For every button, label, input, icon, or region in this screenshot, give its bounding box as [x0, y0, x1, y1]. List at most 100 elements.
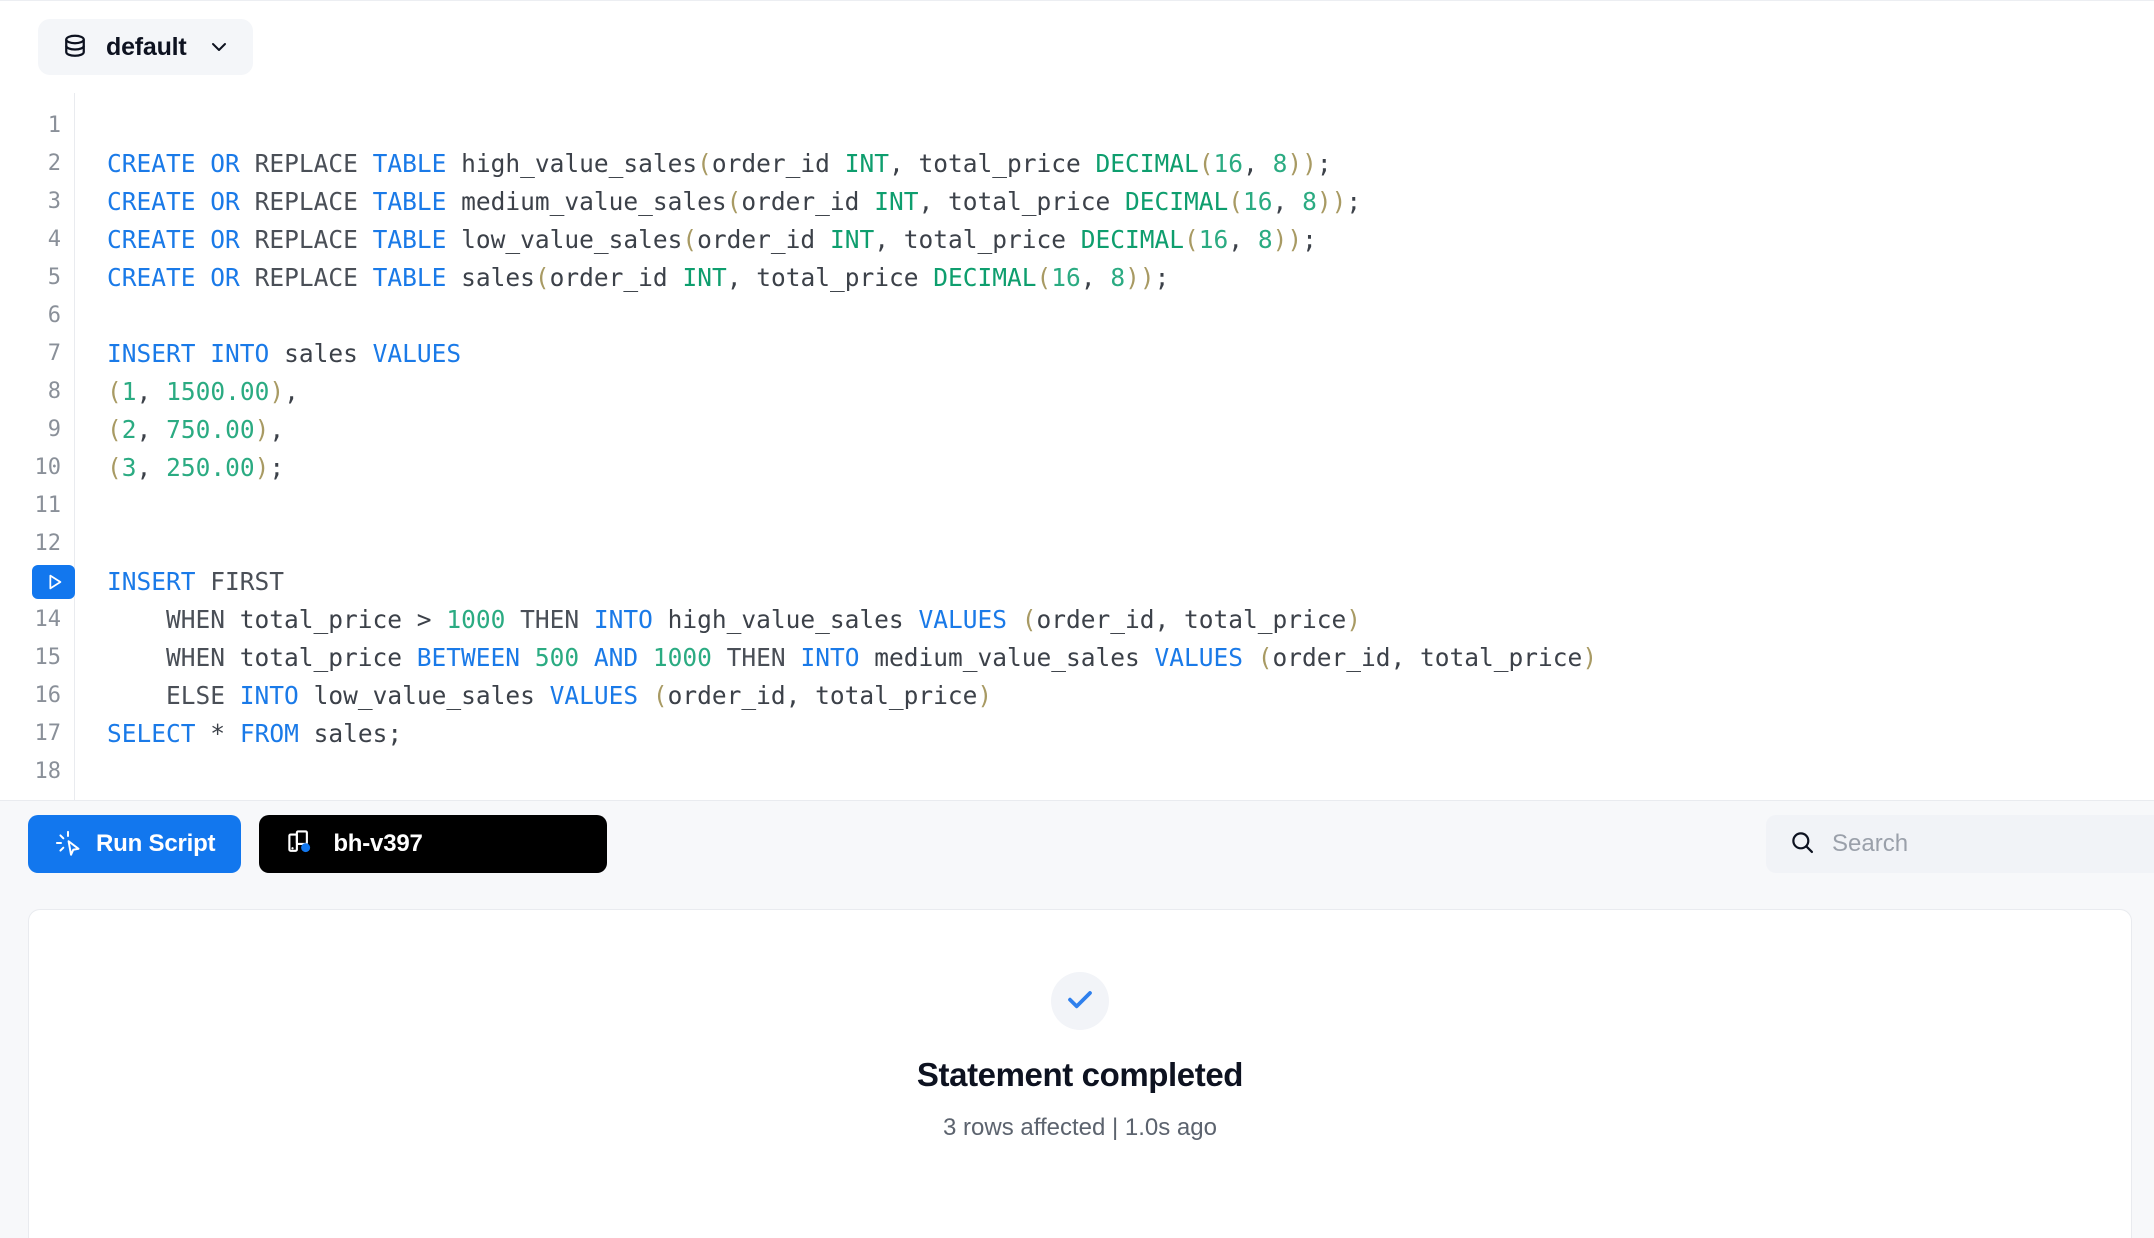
code-token: ,	[136, 415, 152, 444]
code-token: 1	[121, 377, 137, 406]
code-token: low_value_sales	[461, 225, 683, 254]
code-token: 3	[121, 453, 137, 482]
search-input[interactable]	[1832, 830, 2154, 858]
code-line: INSERT INTO sales VALUES	[107, 335, 2154, 373]
code-token: total_price	[933, 187, 1125, 216]
run-statement-button[interactable]	[32, 565, 75, 599]
search-box[interactable]	[1766, 815, 2154, 873]
code-token: ;	[1346, 187, 1362, 216]
code-token: INTO	[800, 643, 860, 672]
code-token: (	[726, 187, 742, 216]
code-token: )	[254, 453, 270, 482]
database-icon	[60, 32, 90, 62]
code-token: 16	[1213, 149, 1244, 178]
code-token: 8	[1110, 263, 1126, 292]
line-number: 12	[34, 531, 62, 556]
code-token: 250.00	[166, 453, 255, 482]
code-token: ,	[269, 415, 285, 444]
code-line: CREATE OR REPLACE TABLE medium_value_sal…	[107, 183, 2154, 221]
code-token: order_id	[711, 149, 830, 178]
code-token: ))	[1272, 225, 1303, 254]
code-token: 1500.00	[166, 377, 270, 406]
editor-gutter: 123456789101112131415161718	[0, 93, 75, 800]
code-token: WHEN	[107, 605, 226, 634]
line-number: 14	[34, 607, 62, 632]
code-token: REPLACE	[254, 225, 358, 254]
database-selector[interactable]: default	[38, 19, 253, 75]
code-token: 8	[1257, 225, 1273, 254]
line-number: 18	[34, 759, 62, 784]
code-token: VALUES	[1154, 643, 1244, 672]
code-token: 16	[1051, 263, 1081, 292]
code-token: *	[210, 719, 226, 748]
code-token: BETWEEN	[416, 643, 521, 672]
code-token: THEN	[726, 643, 786, 672]
line-number: 15	[34, 645, 62, 670]
code-line: (2, 750.00),	[107, 411, 2154, 449]
code-token: TABLE	[372, 225, 447, 254]
code-token: INTO	[239, 681, 299, 710]
code-token: FROM	[239, 719, 299, 748]
code-token: VALUES	[372, 339, 462, 368]
code-token: ,	[1243, 149, 1258, 178]
code-token: 8	[1302, 187, 1317, 216]
line-number: 17	[34, 721, 62, 746]
warehouse-selector[interactable]: bh-v397	[259, 815, 608, 873]
run-script-label: Run Script	[96, 830, 216, 857]
code-line: (1, 1500.00),	[107, 373, 2154, 411]
code-token: 16	[1198, 225, 1229, 254]
code-token: ,	[1272, 187, 1288, 216]
context-bar: default	[0, 1, 2154, 93]
code-line: INSERT FIRST	[107, 563, 2154, 601]
code-token: >	[416, 605, 432, 634]
code-token: 2	[121, 415, 137, 444]
chevron-down-icon[interactable]	[207, 35, 231, 59]
editor-code[interactable]: CREATE OR REPLACE TABLE high_value_sales…	[75, 93, 2154, 800]
code-token: total_price	[225, 605, 417, 634]
code-token: 750.00	[166, 415, 255, 444]
code-token: (	[1184, 225, 1199, 254]
code-token: ,	[888, 149, 904, 178]
sql-editor[interactable]: 123456789101112131415161718 CREATE OR RE…	[0, 93, 2154, 800]
code-token: order_id, total_price	[1272, 643, 1583, 672]
code-line: WHEN total_price > 1000 THEN INTO high_v…	[107, 601, 2154, 639]
code-line: CREATE OR REPLACE TABLE low_value_sales(…	[107, 221, 2154, 259]
code-token: INT	[844, 149, 889, 178]
code-token: REPLACE	[254, 187, 358, 216]
code-token: ))	[1316, 187, 1347, 216]
run-script-button[interactable]: Run Script	[28, 815, 242, 873]
code-token: high_value_sales	[667, 605, 904, 634]
line-number: 7	[47, 341, 61, 366]
code-token: )	[269, 377, 285, 406]
results-panel: Statement completed 3 rows affected | 1.…	[28, 909, 2132, 1238]
code-token: order_id	[741, 187, 860, 216]
